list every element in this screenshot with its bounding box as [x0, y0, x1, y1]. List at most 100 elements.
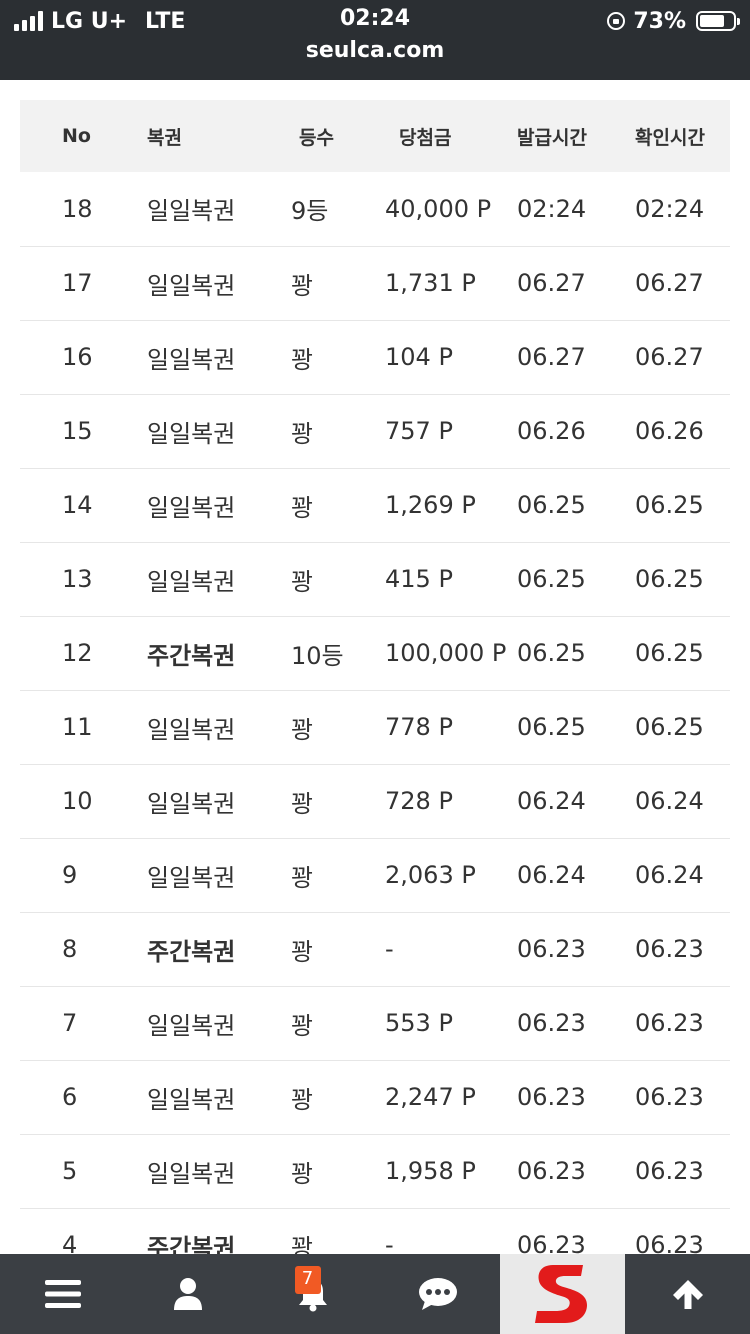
- cell-prize: -: [385, 935, 394, 963]
- cell-rank: 꽝: [291, 567, 314, 596]
- lottery-history-table: No 복권 등수 당첨금 발급시간 확인시간 18 일일복권 9등 40,000 P 0…: [20, 100, 730, 1254]
- table-header-row: No 복권 등수 당첨금 발급시간 확인시간: [20, 100, 730, 172]
- bottom-tab-bar: 7: [0, 1254, 750, 1334]
- cell-no: 9: [62, 861, 78, 889]
- cell-issued: 06.27: [517, 343, 586, 371]
- notifications-button[interactable]: 7: [250, 1254, 375, 1334]
- cell-type: 일일복권: [147, 271, 236, 300]
- chat-button[interactable]: [375, 1254, 500, 1334]
- cell-issued: 06.23: [517, 935, 586, 963]
- cell-no: 10: [62, 787, 93, 815]
- notification-badge: 7: [294, 1266, 321, 1294]
- table-row: 9 일일복권 꽝 2,063 P 06.24 06.24: [20, 838, 730, 912]
- cell-type: 일일복권: [147, 715, 236, 744]
- cell-prize: 415 P: [385, 565, 453, 593]
- cell-issued: 06.23: [517, 1009, 586, 1037]
- table-row: 8 주간복권 꽝 - 06.23 06.23: [20, 912, 730, 986]
- home-logo-button[interactable]: [500, 1254, 625, 1334]
- table-row: 12 주간복권 10등 100,000 P 06.25 06.25: [20, 616, 730, 690]
- cell-checked: 06.23: [635, 935, 704, 963]
- header-rank: 등수: [299, 126, 334, 149]
- lottery-history-table-area[interactable]: No 복권 등수 당첨금 발급시간 확인시간 18 일일복권 9등 40,000 P 0…: [20, 100, 730, 1254]
- cell-prize: 1,269 P: [385, 491, 476, 519]
- cell-checked: 02:24: [635, 194, 705, 223]
- table-row: 14 일일복권 꽝 1,269 P 06.25 06.25: [20, 468, 730, 542]
- cell-checked: 06.26: [635, 417, 704, 445]
- table-row: 6 일일복권 꽝 2,247 P 06.23 06.23: [20, 1060, 730, 1134]
- menu-button[interactable]: [0, 1254, 125, 1334]
- cell-prize: 728 P: [385, 787, 453, 815]
- cell-no: 16: [62, 343, 93, 371]
- cell-checked: 06.27: [635, 343, 704, 371]
- cell-type: 주간복권: [147, 937, 236, 966]
- table-row: 10 일일복권 꽝 728 P 06.24 06.24: [20, 764, 730, 838]
- scroll-top-button[interactable]: [625, 1254, 750, 1334]
- cell-issued: 06.24: [517, 861, 586, 889]
- cell-type: 일일복권: [147, 567, 236, 596]
- header-prize: 당첨금: [399, 126, 452, 149]
- cell-rank: 꽝: [291, 1233, 314, 1255]
- cell-checked: 06.23: [635, 1083, 704, 1111]
- url-bar[interactable]: seulca.com: [0, 38, 750, 63]
- cell-type: 주간복권: [147, 641, 236, 670]
- cell-no: 15: [62, 417, 93, 445]
- site-logo: [534, 1265, 587, 1323]
- table-row: 4 주간복권 꽝 - 06.23 06.23: [20, 1208, 730, 1254]
- cell-no: 14: [62, 491, 93, 519]
- cell-prize: 104 P: [385, 343, 453, 371]
- rotation-lock-icon: [607, 12, 626, 30]
- cell-rank: 10등: [291, 641, 344, 670]
- table-body: 18 일일복권 9등 40,000 P 02:24 02:24 17 일일복권 꽝 1,731 P…: [20, 172, 730, 1254]
- cell-prize: 757 P: [385, 417, 453, 445]
- cell-rank: 꽝: [291, 493, 314, 522]
- cell-issued: 06.25: [517, 713, 586, 741]
- cell-prize: 2,063 P: [385, 861, 476, 889]
- header-checked: 확인시간: [635, 126, 705, 149]
- table-row: 7 일일복권 꽝 553 P 06.23 06.23: [20, 986, 730, 1060]
- cell-type: 일일복권: [147, 493, 236, 522]
- cell-checked: 06.24: [635, 787, 704, 815]
- cell-rank: 9등: [291, 197, 329, 226]
- cell-rank: 꽝: [291, 419, 314, 448]
- cell-no: 12: [62, 639, 93, 667]
- cell-checked: 06.23: [635, 1231, 704, 1254]
- cell-checked: 06.25: [635, 639, 704, 667]
- cell-no: 18: [62, 194, 93, 223]
- table-row: 15 일일복권 꽝 757 P 06.26 06.26: [20, 394, 730, 468]
- cell-prize: 100,000 P: [385, 639, 507, 667]
- cell-checked: 06.25: [635, 565, 704, 593]
- cell-prize: 1,731 P: [385, 269, 476, 297]
- cell-rank: 꽝: [291, 1085, 314, 1114]
- cell-no: 11: [62, 713, 93, 741]
- cell-no: 17: [62, 269, 93, 297]
- cell-checked: 06.25: [635, 491, 704, 519]
- table-row: 11 일일복권 꽝 778 P 06.25 06.25: [20, 690, 730, 764]
- header-type: 복권: [147, 126, 182, 149]
- table-row: 17 일일복권 꽝 1,731 P 06.27 06.27: [20, 246, 730, 320]
- menu-icon: [44, 1280, 81, 1308]
- cell-prize: 1,958 P: [385, 1157, 476, 1185]
- cell-checked: 06.23: [635, 1157, 704, 1185]
- cell-type: 일일복권: [147, 197, 236, 226]
- cell-issued: 06.25: [517, 491, 586, 519]
- cell-no: 4: [62, 1231, 78, 1254]
- table-row: 18 일일복권 9등 40,000 P 02:24 02:24: [20, 172, 730, 246]
- cell-type: 일일복권: [147, 1159, 236, 1188]
- table-row: 5 일일복권 꽝 1,958 P 06.23 06.23: [20, 1134, 730, 1208]
- cell-issued: 06.24: [517, 787, 586, 815]
- cell-type: 일일복권: [147, 1085, 236, 1114]
- cell-type: 일일복권: [147, 1011, 236, 1040]
- cell-no: 5: [62, 1157, 78, 1185]
- cell-prize: 553 P: [385, 1009, 453, 1037]
- cell-rank: 꽝: [291, 1159, 314, 1188]
- table-row: 13 일일복권 꽝 415 P 06.25 06.25: [20, 542, 730, 616]
- cell-rank: 꽝: [291, 715, 314, 744]
- cell-issued: 02:24: [517, 194, 587, 223]
- cell-type: 주간복권: [147, 1233, 236, 1255]
- cell-rank: 꽝: [291, 863, 314, 892]
- cell-no: 6: [62, 1083, 78, 1111]
- status-bar: LG U+ LTE 02:24 73% seulca.com: [0, 0, 750, 80]
- cell-rank: 꽝: [291, 1011, 314, 1040]
- battery-icon: [696, 11, 740, 31]
- account-button[interactable]: [125, 1254, 250, 1334]
